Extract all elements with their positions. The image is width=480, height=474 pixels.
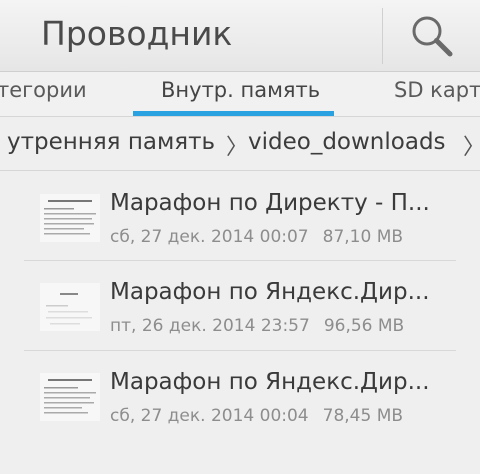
search-icon xyxy=(412,16,452,57)
divider xyxy=(0,170,480,171)
file-name: Марафон по Яндекс.Дир... xyxy=(110,279,430,305)
file-size: 87,10 MB xyxy=(322,227,404,247)
file-meta: сб, 27 дек. 2014 00:07 87,10 MB xyxy=(110,227,403,247)
tab-strip: тегории Внутр. память SD карт xyxy=(0,72,480,116)
document-thumbnail-icon xyxy=(40,194,100,242)
file-date: сб, 27 дек. 2014 00:07 xyxy=(110,227,309,247)
list-item[interactable]: Марафон по Директу - П... сб, 27 дек. 20… xyxy=(0,172,480,260)
app-title: Проводник xyxy=(41,14,233,53)
list-item[interactable]: Марафон по Яндекс.Дир... пт, 26 дек. 201… xyxy=(0,261,480,349)
search-button[interactable] xyxy=(383,0,480,72)
list-item[interactable]: Марафон по Яндекс.Дир... сб, 27 дек. 201… xyxy=(0,351,480,439)
file-name: Марафон по Яндекс.Дир... xyxy=(110,369,430,395)
action-bar: Проводник xyxy=(0,0,480,72)
document-thumbnail-icon xyxy=(40,373,100,421)
document-thumbnail-icon xyxy=(40,283,100,331)
tab-internal-memory[interactable]: Внутр. память xyxy=(161,78,320,102)
tab-categories[interactable]: тегории xyxy=(0,78,87,102)
breadcrumb-item-internal-memory[interactable]: утренняя память xyxy=(7,129,215,155)
file-meta: сб, 27 дек. 2014 00:04 78,45 MB xyxy=(110,406,403,426)
chevron-right-icon: 〉 xyxy=(226,135,249,160)
file-meta: пт, 26 дек. 2014 23:57 96,56 MB xyxy=(110,316,404,336)
file-date: пт, 26 дек. 2014 23:57 xyxy=(110,316,310,336)
file-date: сб, 27 дек. 2014 00:04 xyxy=(110,406,309,426)
file-size: 96,56 MB xyxy=(323,316,405,336)
chevron-right-icon: 〉 xyxy=(463,129,480,161)
tab-sd-card[interactable]: SD карт xyxy=(394,78,480,102)
file-size: 78,45 MB xyxy=(322,406,404,426)
file-name: Марафон по Директу - П... xyxy=(110,190,430,216)
breadcrumb-item-video-downloads[interactable]: video_downloads xyxy=(248,129,446,155)
breadcrumb: утренняя память 〉 video_downloads 〉 xyxy=(0,117,480,171)
